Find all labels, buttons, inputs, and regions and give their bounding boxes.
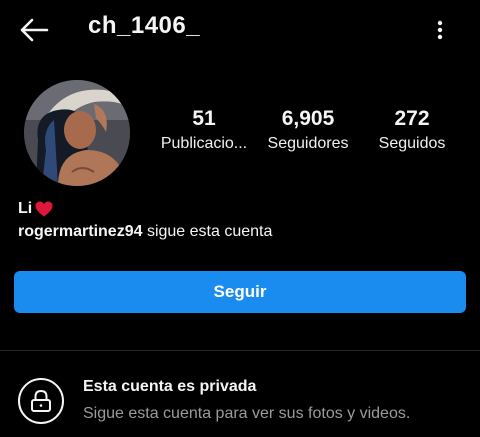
following-count[interactable]: 272 Seguidos [372,106,452,156]
followed-by-text: sigue esta cuenta [146,223,273,240]
followers-value: 6,905 [281,107,335,130]
avatar[interactable] [24,80,130,186]
followed-by-username[interactable]: rogermartinez94 [18,223,143,240]
back-button[interactable] [18,16,50,44]
posts-value: 51 [192,107,216,130]
followed-by: rogermartinez94 sigue esta cuenta [18,223,272,241]
lock-icon [31,389,51,412]
bio-name: Li [18,200,53,218]
more-options-button[interactable] [428,16,452,44]
follow-button[interactable]: Seguir [14,271,466,313]
posts-label: Publicacio... [160,135,248,152]
arrow-left-icon [20,18,49,42]
section-divider [0,350,480,351]
profile-screen: ch_1406_ 51 Publicacio... 6,905 Seguidor [0,0,480,437]
profile-photo [24,80,130,186]
red-heart-icon [35,201,53,217]
followers-count[interactable]: 6,905 Seguidores [262,106,354,156]
private-account-title: Esta cuenta es privada [83,378,257,395]
private-lock-badge [18,378,64,424]
followers-label: Seguidores [267,135,349,152]
more-vertical-icon [437,20,443,40]
top-bar: ch_1406_ [0,0,480,60]
bio-name-text: Li [18,200,33,217]
following-value: 272 [394,107,430,130]
private-account-subtitle: Sigue esta cuenta para ver sus fotos y v… [83,405,411,422]
following-label: Seguidos [378,135,446,152]
posts-count[interactable]: 51 Publicacio... [152,106,256,156]
profile-username: ch_1406_ [88,12,201,39]
